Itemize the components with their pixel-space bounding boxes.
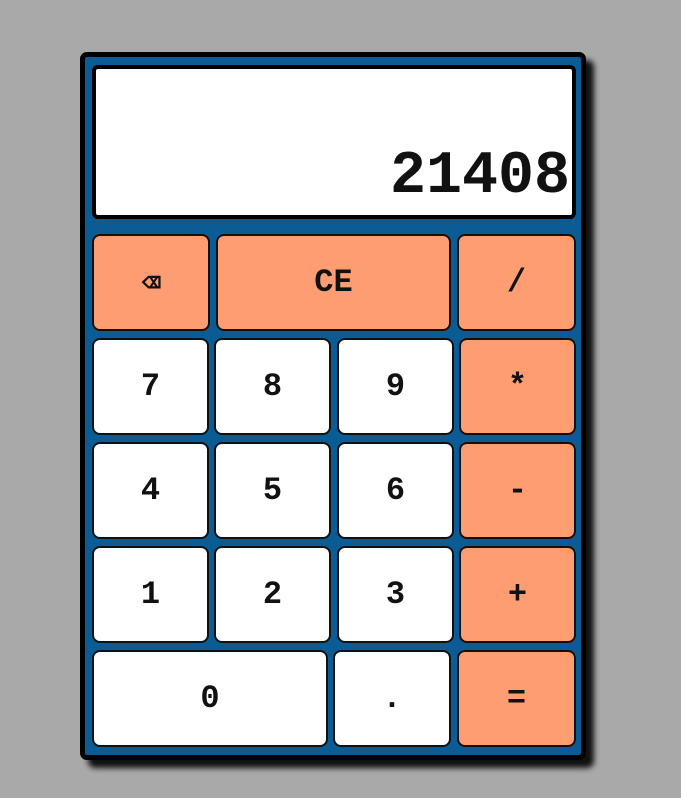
multiply-label: * [507,368,528,405]
digit-5-button[interactable]: 5 [214,442,331,539]
digit-1-button[interactable]: 1 [92,546,209,643]
digit-3-button[interactable]: 3 [337,546,454,643]
digit-0-label: 0 [200,680,220,717]
multiply-button[interactable]: * [459,338,576,435]
decimal-label: . [382,680,402,717]
digit-8-button[interactable]: 8 [214,338,331,435]
digit-4-button[interactable]: 4 [92,442,209,539]
clear-entry-button[interactable]: CE [216,234,451,331]
digit-9-button[interactable]: 9 [337,338,454,435]
divide-label: / [506,264,527,301]
digit-7-button[interactable]: 7 [92,338,209,435]
digit-6-button[interactable]: 6 [337,442,454,539]
divide-button[interactable]: / [457,234,576,331]
digit-8-label: 8 [262,368,283,405]
clear-entry-label: CE [314,264,353,301]
digit-5-label: 5 [262,472,283,509]
digit-3-label: 3 [385,576,406,613]
add-button[interactable]: + [459,546,576,643]
backspace-button[interactable]: ⌫ [92,234,210,331]
digit-1-label: 1 [140,576,161,613]
digit-6-label: 6 [385,472,406,509]
equals-button[interactable]: = [457,650,576,747]
equals-label: = [506,680,527,717]
backspace-icon: ⌫ [141,265,161,303]
digit-0-button[interactable]: 0 [92,650,328,747]
display-screen: 21408 [92,65,576,219]
subtract-button[interactable]: - [459,442,576,539]
digit-2-label: 2 [262,576,283,613]
calculator: 21408 ⌫ CE / 7 8 9 * 4 5 6 - 1 2 3 + 0 .… [80,52,586,760]
display-value: 21408 [389,143,570,211]
digit-9-label: 9 [385,368,406,405]
subtract-label: - [507,472,528,509]
decimal-button[interactable]: . [333,650,451,747]
add-label: + [507,576,528,613]
digit-2-button[interactable]: 2 [214,546,331,643]
digit-7-label: 7 [140,368,161,405]
digit-4-label: 4 [140,472,161,509]
